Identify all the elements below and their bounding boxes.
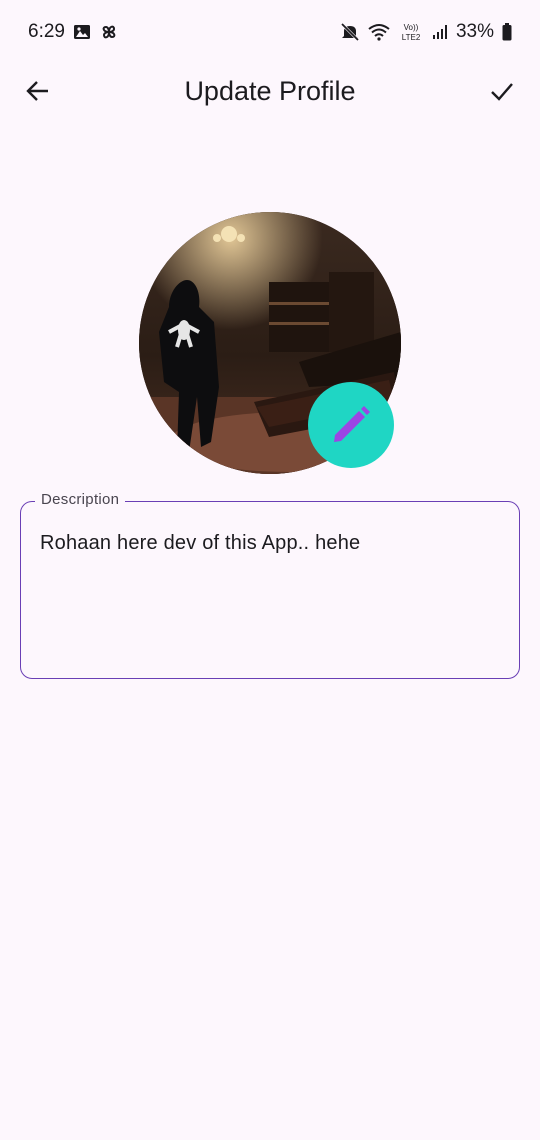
mute-icon [340,22,360,42]
confirm-button[interactable] [482,71,522,111]
volte-icon: Vo)) LTE2 [398,21,424,43]
back-button[interactable] [18,71,58,111]
battery-icon [502,23,512,41]
arrow-back-icon [26,81,48,101]
app-bar: Update Profile [0,64,540,118]
wifi-icon [368,23,390,41]
gallery-icon [73,23,91,41]
edit-photo-button[interactable] [308,382,394,468]
description-field[interactable]: Description Rohaan here dev of this App.… [20,491,520,679]
battery-percent: 33% [455,21,494,42]
pencil-icon [334,406,370,442]
signal-icon [432,24,448,40]
description-input[interactable]: Rohaan here dev of this App.. hehe [40,532,500,555]
status-time: 6:29 [28,21,65,42]
volte-top: Vo)) [404,23,419,32]
profile-avatar-container [139,212,401,474]
description-label: Description [35,491,126,508]
volte-bottom: LTE2 [402,33,421,42]
status-bar-left: 6:29 [28,21,119,43]
check-icon [491,83,513,101]
status-bar: 6:29 Vo)) LTE2 33% [0,0,540,64]
pinwheel-icon [99,22,119,42]
page-title: Update Profile [184,75,356,106]
status-bar-right: Vo)) LTE2 33% [340,21,512,43]
